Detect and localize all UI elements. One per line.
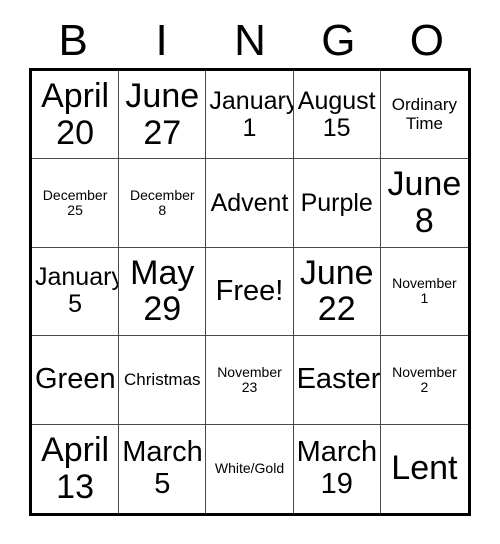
bingo-cell-i4[interactable]: Christmas	[119, 336, 207, 425]
bingo-cell-i1[interactable]: June 27	[119, 71, 207, 160]
bingo-cell-n5[interactable]: White/Gold	[206, 424, 294, 513]
bingo-cell-g3[interactable]: June 22	[293, 247, 381, 337]
bingo-cell-g5[interactable]: March 19	[293, 424, 381, 513]
bingo-cell-text: December 8	[129, 186, 195, 219]
bingo-cell-text: April 20	[41, 76, 110, 152]
bingo-cell-text: Christmas	[124, 369, 201, 389]
bingo-card: B I N G O April 20 June 27 January 1 Aug…	[0, 0, 500, 544]
bingo-cell-text: November 1	[392, 275, 457, 307]
bingo-header-letter-b: B	[58, 16, 88, 65]
bingo-cell-o4[interactable]: November 2	[380, 336, 468, 425]
bingo-cell-text: Easter	[296, 363, 381, 396]
bingo-cell-text: December 25	[42, 186, 108, 219]
bingo-cell-text: May 29	[130, 253, 195, 329]
bingo-header-letter-i: I	[155, 16, 168, 65]
bingo-cell-text: August 15	[297, 86, 376, 142]
bingo-cell-n1[interactable]: January 1	[206, 71, 294, 160]
bingo-cell-text: March 19	[296, 436, 378, 500]
bingo-cell-text: April 13	[41, 431, 110, 506]
bingo-cell-b4[interactable]: Green	[32, 336, 120, 425]
bingo-cell-o3[interactable]: November 1	[380, 247, 468, 337]
bingo-header: B I N G O	[29, 14, 471, 68]
bingo-cell-b2[interactable]: December 25	[32, 159, 120, 248]
bingo-cell-text: Ordinary Time	[391, 95, 457, 133]
bingo-cell-text: Free!	[215, 274, 284, 307]
bingo-cell-o1[interactable]: Ordinary Time	[380, 71, 468, 160]
bingo-cell-o2[interactable]: June 8	[380, 159, 468, 248]
bingo-cell-text: Lent	[391, 449, 458, 488]
bingo-cell-text: Green	[35, 363, 116, 396]
bingo-header-letter-n: N	[234, 16, 266, 65]
bingo-cell-text: Advent	[210, 188, 289, 217]
bingo-cell-free-space[interactable]: Free!	[206, 247, 294, 337]
bingo-cell-text: January 1	[209, 86, 294, 142]
bingo-cell-i3[interactable]: May 29	[119, 247, 207, 337]
bingo-cell-b5[interactable]: April 13	[32, 424, 120, 513]
bingo-cell-text: November 2	[392, 363, 457, 395]
bingo-cell-text: June 8	[387, 165, 462, 241]
bingo-cell-i5[interactable]: March 5	[119, 424, 207, 513]
bingo-cell-text: June 22	[299, 253, 374, 329]
bingo-cell-n4[interactable]: November 23	[206, 336, 294, 425]
bingo-cell-b1[interactable]: April 20	[32, 71, 120, 160]
bingo-cell-text: March 5	[122, 436, 203, 500]
bingo-cell-i2[interactable]: December 8	[119, 159, 207, 248]
bingo-header-letter-g: G	[321, 16, 356, 65]
bingo-cell-b3[interactable]: January 5	[32, 247, 120, 337]
bingo-header-letter-o: O	[409, 16, 444, 65]
bingo-cell-text: White/Gold	[214, 460, 285, 477]
bingo-cell-o5[interactable]: Lent	[380, 424, 468, 513]
bingo-cell-n2[interactable]: Advent	[206, 159, 294, 248]
bingo-cell-text: November 23	[217, 363, 282, 395]
bingo-cell-text: January 5	[35, 263, 120, 319]
bingo-cell-g2[interactable]: Purple	[293, 159, 381, 248]
bingo-cell-g4[interactable]: Easter	[293, 336, 381, 425]
bingo-cell-g1[interactable]: August 15	[293, 71, 381, 160]
bingo-cell-text: June 27	[125, 76, 200, 152]
bingo-grid: April 20 June 27 January 1 August 15 Ord…	[29, 68, 471, 516]
bingo-cell-text: Purple	[300, 188, 373, 217]
